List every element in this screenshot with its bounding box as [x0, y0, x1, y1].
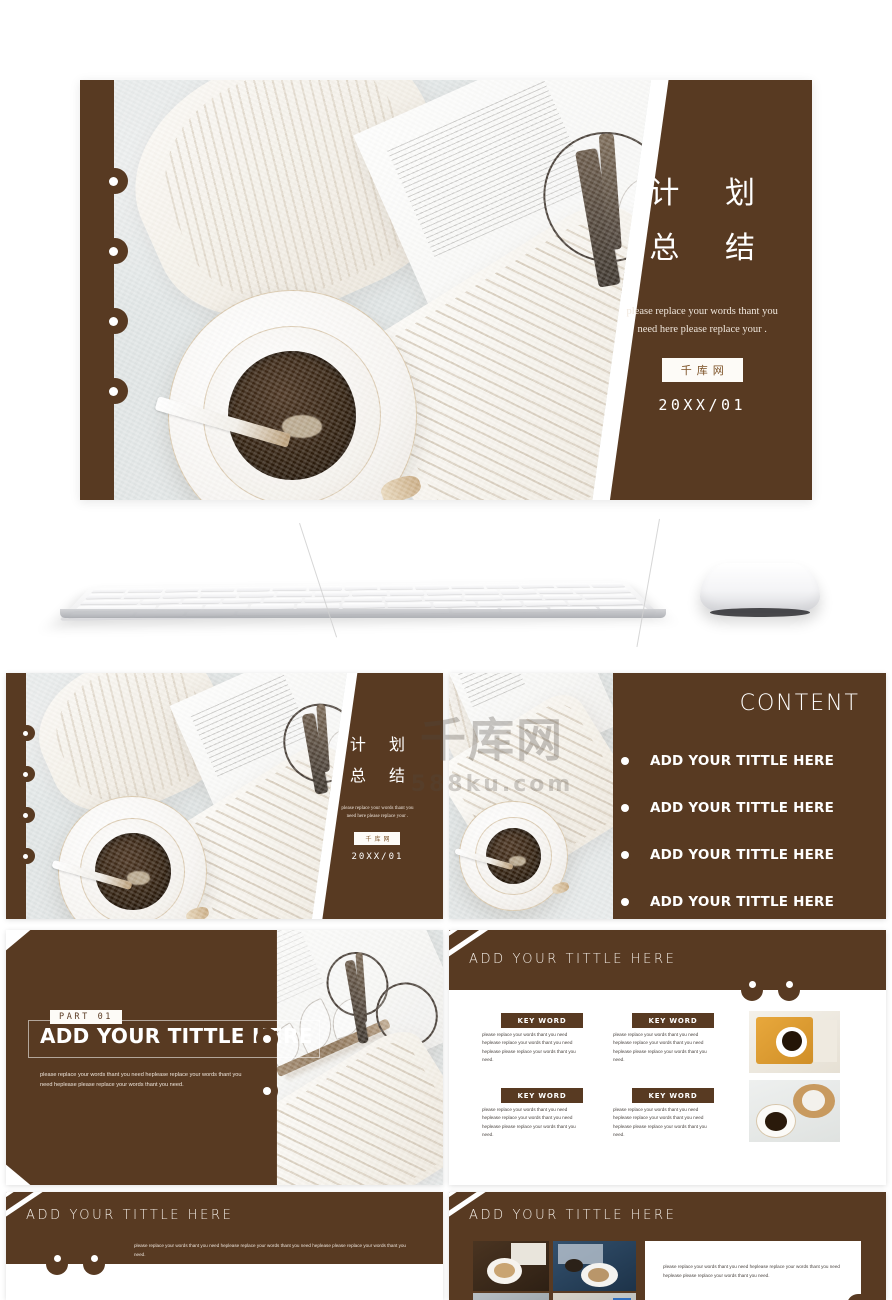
- thumb-subtitle-line1: please replace your words thant you: [341, 805, 414, 811]
- list-item-label: ADD YOUR TITTLE HERE: [650, 752, 835, 769]
- keyboard-base: [60, 609, 666, 618]
- list-item-label: ADD YOUR TITTLE HERE: [650, 893, 835, 910]
- bullet-icon: [614, 749, 636, 772]
- keyword-text: please replace your words thant you need…: [613, 1107, 707, 1138]
- binder-rail: [80, 80, 128, 500]
- thumb-subtitle-line2: need here please replace your .: [346, 814, 409, 820]
- slide-part-01[interactable]: PART 01 ADD YOUR TITTLE HERE please repl…: [6, 930, 443, 1185]
- keyword-badge: KEY WORD: [632, 1088, 714, 1103]
- list-item-label: ADD YOUR TITTLE HERE: [650, 846, 835, 863]
- list-item[interactable]: ADD YOUR TITTLE HERE: [614, 878, 875, 919]
- text-slide-title: ADD YOUR TITTLE HERE: [26, 1208, 234, 1223]
- slide-cover-thumb[interactable]: 计 划 总 结 please replace your words thant …: [6, 673, 443, 919]
- keyword-badge: KEY WORD: [501, 1013, 583, 1028]
- hero-subtitle-line2: need here please replace your .: [637, 323, 767, 335]
- header-bump-2: [778, 979, 800, 1001]
- gallery-image-2: [553, 1241, 636, 1291]
- part-tag: PART 01: [50, 1010, 123, 1024]
- part-accent-dot: [256, 1028, 278, 1050]
- thumb-brand-badge: 千库网: [354, 831, 401, 845]
- content-title: CONTENT: [739, 691, 860, 716]
- list-item[interactable]: ADD YOUR TITTLE HERE: [614, 737, 875, 784]
- slide-text[interactable]: ADD YOUR TITTLE HERE please replace your…: [6, 1192, 443, 1300]
- bullet-icon: [614, 796, 636, 819]
- keyword-badge: KEY WORD: [501, 1088, 583, 1103]
- list-item[interactable]: ADD YOUR TITTLE HERE: [614, 784, 875, 831]
- hero-title-line2: 总 结: [649, 231, 773, 267]
- content-list: ADD YOUR TITTLE HERE ADD YOUR TITTLE HER…: [614, 737, 875, 919]
- header-bump-1: [741, 979, 763, 1001]
- hero-text-block: 计 划 总 结 please replace your words thant …: [592, 80, 812, 500]
- keyword-badge: KEY WORD: [632, 1013, 714, 1028]
- slide-content[interactable]: CONTENT ADD YOUR TITTLE HERE ADD YOUR TI…: [449, 673, 886, 919]
- keyword-text: please replace your words thant you need…: [613, 1032, 707, 1063]
- list-item-label: ADD YOUR TITTLE HERE: [650, 799, 835, 816]
- gallery-slide-title: ADD YOUR TITTLE HERE: [469, 1208, 677, 1223]
- footer-bump-2: [83, 1253, 105, 1275]
- keyword-image-2: [749, 1080, 840, 1142]
- poster-page: 计 划 总 结 please replace your words thant …: [0, 0, 892, 1300]
- part-body-text: please replace your words thant you need…: [40, 1072, 242, 1089]
- gallery-note-card: please replace your words thant you need…: [645, 1241, 861, 1300]
- hero-slide[interactable]: 计 划 总 结 please replace your words thant …: [80, 80, 812, 500]
- part-accent-dot-2: [256, 1080, 278, 1102]
- slide-keyword-grid[interactable]: ADD YOUR TITTLE HERE KEY WORD please rep…: [449, 930, 886, 1185]
- brand-badge: 千库网: [661, 358, 743, 383]
- list-item[interactable]: ADD YOUR TITTLE HERE: [614, 831, 875, 878]
- mouse-icon: [700, 563, 820, 617]
- keyword-text: please replace your words thant you need…: [482, 1032, 576, 1063]
- thumb-brand-label: 千库网: [365, 835, 393, 843]
- hero-title-line1: 计 划: [649, 175, 773, 211]
- bullet-icon: [614, 890, 636, 913]
- keyword-slide-title: ADD YOUR TITTLE HERE: [469, 952, 677, 967]
- slide-gallery[interactable]: ADD YOUR TITTLE HERE please replace your…: [449, 1192, 886, 1300]
- thumb-date: 20XX/01: [351, 851, 404, 862]
- gallery-image-3: [473, 1293, 549, 1300]
- text-slide-body: please replace your words thant you need…: [134, 1243, 406, 1257]
- gallery-body-text: please replace your words thant you need…: [663, 1264, 840, 1278]
- footer-bump-1: [46, 1253, 68, 1275]
- gallery-image-1: [473, 1241, 549, 1291]
- bullet-icon: [614, 843, 636, 866]
- binder-rail-thumb: [6, 673, 35, 919]
- gallery-image-4: [553, 1293, 636, 1300]
- desk-mockup: [0, 505, 892, 655]
- keyword-text: please replace your words thant you need…: [482, 1107, 576, 1138]
- thumb-title-line2: 总 结: [349, 765, 414, 785]
- thumb-title-line1: 计 划: [349, 735, 414, 755]
- hero-date: 20XX/01: [658, 396, 747, 415]
- brand-label: 千库网: [680, 364, 729, 378]
- hero-subtitle-line1: please replace your words thant you: [626, 305, 778, 317]
- keyword-image-1: [749, 1011, 840, 1073]
